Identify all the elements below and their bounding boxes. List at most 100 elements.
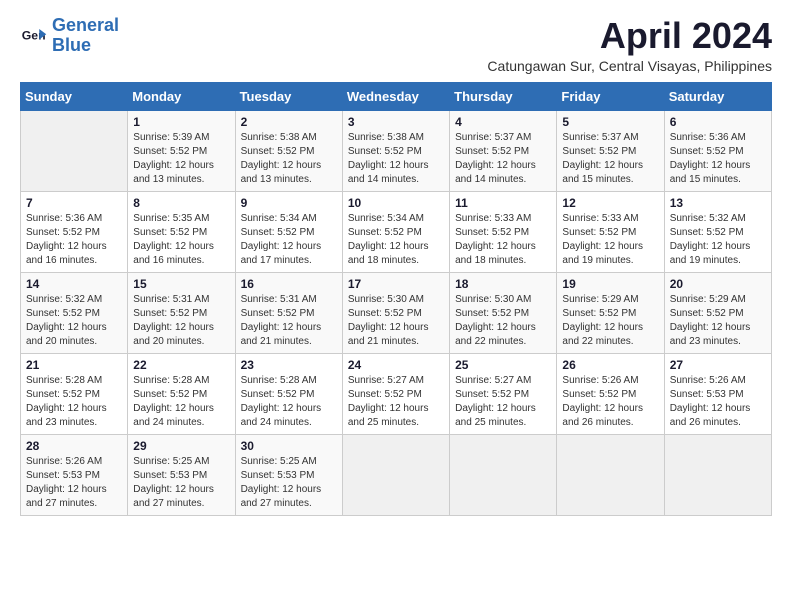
day-info: Sunrise: 5:36 AMSunset: 5:52 PMDaylight:… xyxy=(670,131,766,187)
day-cell: 12 Sunrise: 5:33 AMSunset: 5:52 PMDayligh… xyxy=(557,191,664,272)
main-title: April 2024 xyxy=(487,16,772,56)
day-info: Sunrise: 5:28 AMSunset: 5:52 PMDaylight:… xyxy=(133,374,229,430)
day-number: 26 xyxy=(562,358,658,372)
day-cell: 30 Sunrise: 5:25 AMSunset: 5:53 PMDayligh… xyxy=(235,434,342,515)
day-cell: 2 Sunrise: 5:38 AMSunset: 5:52 PMDaylight… xyxy=(235,110,342,191)
day-number: 12 xyxy=(562,196,658,210)
day-cell: 5Sunrise: 5:37 AMSunset: 5:52 PMDaylight… xyxy=(557,110,664,191)
day-number: 21 xyxy=(26,358,122,372)
day-number: 10 xyxy=(348,196,444,210)
day-number: 28 xyxy=(26,439,122,453)
day-cell: 13 Sunrise: 5:32 AMSunset: 5:52 PMDayligh… xyxy=(664,191,771,272)
header-row: SundayMondayTuesdayWednesdayThursdayFrid… xyxy=(21,82,772,110)
header-cell-tuesday: Tuesday xyxy=(235,82,342,110)
day-number: 4 xyxy=(455,115,551,129)
day-number: 1 xyxy=(133,115,229,129)
day-info: Sunrise: 5:28 AMSunset: 5:52 PMDaylight:… xyxy=(26,374,122,430)
day-info: Sunrise: 5:25 AMSunset: 5:53 PMDaylight:… xyxy=(241,455,337,511)
logo-icon: Gen xyxy=(20,22,48,50)
day-number: 17 xyxy=(348,277,444,291)
logo-line2: Blue xyxy=(52,35,91,55)
day-cell: 14 Sunrise: 5:32 AMSunset: 5:52 PMDayligh… xyxy=(21,272,128,353)
day-number: 3 xyxy=(348,115,444,129)
week-row-5: 28 Sunrise: 5:26 AMSunset: 5:53 PMDayligh… xyxy=(21,434,772,515)
day-number: 14 xyxy=(26,277,122,291)
day-info: Sunrise: 5:31 AMSunset: 5:52 PMDaylight:… xyxy=(241,293,337,349)
day-number: 6 xyxy=(670,115,766,129)
header-cell-friday: Friday xyxy=(557,82,664,110)
week-row-2: 7Sunrise: 5:36 AMSunset: 5:52 PMDaylight… xyxy=(21,191,772,272)
day-number: 23 xyxy=(241,358,337,372)
day-cell: 15 Sunrise: 5:31 AMSunset: 5:52 PMDayligh… xyxy=(128,272,235,353)
day-info: Sunrise: 5:35 AMSunset: 5:52 PMDaylight:… xyxy=(133,212,229,268)
day-cell: 28 Sunrise: 5:26 AMSunset: 5:53 PMDayligh… xyxy=(21,434,128,515)
day-cell: 4Sunrise: 5:37 AMSunset: 5:52 PMDaylight… xyxy=(450,110,557,191)
day-cell: 8 Sunrise: 5:35 AMSunset: 5:52 PMDaylight… xyxy=(128,191,235,272)
day-cell xyxy=(21,110,128,191)
day-number: 27 xyxy=(670,358,766,372)
day-cell: 19 Sunrise: 5:29 AMSunset: 5:52 PMDayligh… xyxy=(557,272,664,353)
day-info: Sunrise: 5:27 AMSunset: 5:52 PMDaylight:… xyxy=(455,374,551,430)
logo: Gen General Blue xyxy=(20,16,119,56)
logo-line1: General xyxy=(52,15,119,35)
day-info: Sunrise: 5:33 AMSunset: 5:52 PMDaylight:… xyxy=(562,212,658,268)
day-number: 7 xyxy=(26,196,122,210)
day-cell: 3 Sunrise: 5:38 AMSunset: 5:52 PMDaylight… xyxy=(342,110,449,191)
day-info: Sunrise: 5:28 AMSunset: 5:52 PMDaylight:… xyxy=(241,374,337,430)
day-info: Sunrise: 5:25 AMSunset: 5:53 PMDaylight:… xyxy=(133,455,229,511)
day-cell xyxy=(557,434,664,515)
day-number: 20 xyxy=(670,277,766,291)
day-number: 19 xyxy=(562,277,658,291)
header-cell-saturday: Saturday xyxy=(664,82,771,110)
day-cell: 26Sunrise: 5:26 AMSunset: 5:52 PMDayligh… xyxy=(557,353,664,434)
header-cell-thursday: Thursday xyxy=(450,82,557,110)
day-info: Sunrise: 5:29 AMSunset: 5:52 PMDaylight:… xyxy=(562,293,658,349)
day-info: Sunrise: 5:33 AMSunset: 5:52 PMDaylight:… xyxy=(455,212,551,268)
header-cell-sunday: Sunday xyxy=(21,82,128,110)
day-number: 8 xyxy=(133,196,229,210)
day-cell: 11 Sunrise: 5:33 AMSunset: 5:52 PMDayligh… xyxy=(450,191,557,272)
day-cell: 6 Sunrise: 5:36 AMSunset: 5:52 PMDaylight… xyxy=(664,110,771,191)
day-info: Sunrise: 5:38 AMSunset: 5:52 PMDaylight:… xyxy=(241,131,337,187)
day-info: Sunrise: 5:34 AMSunset: 5:52 PMDaylight:… xyxy=(348,212,444,268)
day-info: Sunrise: 5:31 AMSunset: 5:52 PMDaylight:… xyxy=(133,293,229,349)
calendar-header: SundayMondayTuesdayWednesdayThursdayFrid… xyxy=(21,82,772,110)
week-row-4: 21 Sunrise: 5:28 AMSunset: 5:52 PMDayligh… xyxy=(21,353,772,434)
day-cell: 29Sunrise: 5:25 AMSunset: 5:53 PMDayligh… xyxy=(128,434,235,515)
day-cell: 25 Sunrise: 5:27 AMSunset: 5:52 PMDayligh… xyxy=(450,353,557,434)
day-info: Sunrise: 5:39 AMSunset: 5:52 PMDaylight:… xyxy=(133,131,229,187)
day-cell: 18Sunrise: 5:30 AMSunset: 5:52 PMDayligh… xyxy=(450,272,557,353)
day-cell xyxy=(664,434,771,515)
day-cell: 24Sunrise: 5:27 AMSunset: 5:52 PMDayligh… xyxy=(342,353,449,434)
week-row-1: 1 Sunrise: 5:39 AMSunset: 5:52 PMDaylight… xyxy=(21,110,772,191)
day-number: 15 xyxy=(133,277,229,291)
page-header: Gen General Blue April 2024 Catungawan S… xyxy=(20,16,772,74)
day-cell: 17 Sunrise: 5:30 AMSunset: 5:52 PMDayligh… xyxy=(342,272,449,353)
day-cell: 22 Sunrise: 5:28 AMSunset: 5:52 PMDayligh… xyxy=(128,353,235,434)
day-number: 11 xyxy=(455,196,551,210)
day-info: Sunrise: 5:32 AMSunset: 5:52 PMDaylight:… xyxy=(26,293,122,349)
day-info: Sunrise: 5:26 AMSunset: 5:53 PMDaylight:… xyxy=(26,455,122,511)
logo-text: General Blue xyxy=(52,16,119,56)
day-info: Sunrise: 5:38 AMSunset: 5:52 PMDaylight:… xyxy=(348,131,444,187)
day-info: Sunrise: 5:34 AMSunset: 5:52 PMDaylight:… xyxy=(241,212,337,268)
day-number: 22 xyxy=(133,358,229,372)
day-cell xyxy=(342,434,449,515)
day-cell: 23 Sunrise: 5:28 AMSunset: 5:52 PMDayligh… xyxy=(235,353,342,434)
day-info: Sunrise: 5:26 AMSunset: 5:53 PMDaylight:… xyxy=(670,374,766,430)
day-cell xyxy=(450,434,557,515)
day-number: 25 xyxy=(455,358,551,372)
day-info: Sunrise: 5:30 AMSunset: 5:52 PMDaylight:… xyxy=(348,293,444,349)
day-number: 2 xyxy=(241,115,337,129)
day-cell: 20Sunrise: 5:29 AMSunset: 5:52 PMDayligh… xyxy=(664,272,771,353)
calendar-body: 1 Sunrise: 5:39 AMSunset: 5:52 PMDaylight… xyxy=(21,110,772,515)
day-info: Sunrise: 5:27 AMSunset: 5:52 PMDaylight:… xyxy=(348,374,444,430)
day-info: Sunrise: 5:32 AMSunset: 5:52 PMDaylight:… xyxy=(670,212,766,268)
day-number: 13 xyxy=(670,196,766,210)
day-number: 18 xyxy=(455,277,551,291)
day-number: 30 xyxy=(241,439,337,453)
title-block: April 2024 Catungawan Sur, Central Visay… xyxy=(487,16,772,74)
day-number: 16 xyxy=(241,277,337,291)
header-cell-monday: Monday xyxy=(128,82,235,110)
day-cell: 21 Sunrise: 5:28 AMSunset: 5:52 PMDayligh… xyxy=(21,353,128,434)
